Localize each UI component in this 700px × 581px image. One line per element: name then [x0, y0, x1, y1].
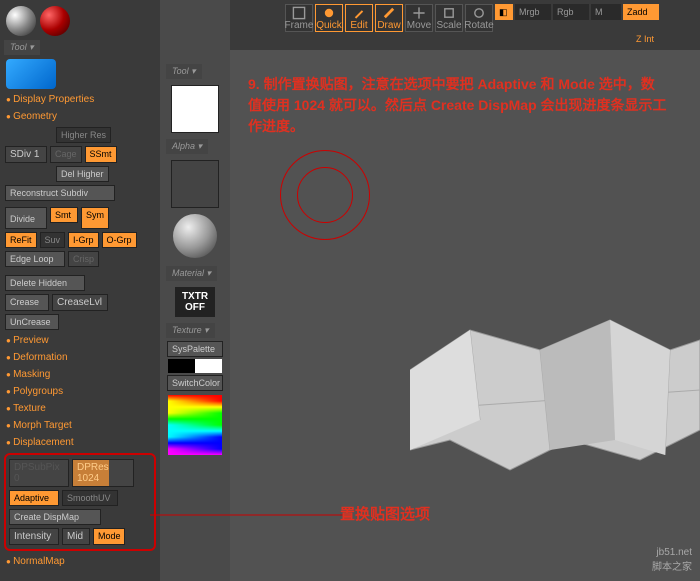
tool-thumb[interactable]: [171, 85, 219, 133]
mrgb-field[interactable]: Mrgb: [515, 4, 551, 20]
popup-tool-header[interactable]: Tool ▾: [166, 64, 202, 79]
higher-res-button[interactable]: Higher Res: [56, 127, 111, 143]
suv-button[interactable]: Suv: [40, 232, 66, 248]
material-sphere-red-icon[interactable]: [40, 6, 70, 36]
divide-button[interactable]: Divide: [5, 207, 47, 229]
creaselvl-slider[interactable]: CreaseLvl: [52, 294, 108, 311]
polygroups-section[interactable]: Polygroups: [4, 383, 156, 400]
tutorial-annotation: 9. 制作置换贴图，注意在选项中要把 Adaptive 和 Mode 选中，数值…: [248, 74, 668, 137]
refit-button[interactable]: ReFit: [5, 232, 37, 248]
alpha-thumb[interactable]: [171, 160, 219, 208]
rgb-field[interactable]: Rgb: [553, 4, 589, 20]
tool-panel: Tool ▾ Display Properties Geometry Highe…: [0, 0, 160, 581]
adaptive-button[interactable]: Adaptive: [9, 490, 59, 506]
syspalette-button[interactable]: SysPalette: [167, 341, 223, 357]
ogrp-button[interactable]: O-Grp: [102, 232, 137, 248]
rotate-button[interactable]: Rotate: [465, 4, 493, 32]
mrgb-swatch[interactable]: ◧: [495, 4, 513, 20]
color-picker[interactable]: [168, 395, 222, 455]
edit-button[interactable]: Edit: [345, 4, 373, 32]
dpres-slider[interactable]: DPRes 1024: [72, 459, 134, 487]
material-preview-icon[interactable]: [173, 214, 217, 258]
switchcolor-button[interactable]: SwitchColor: [167, 375, 223, 391]
tutorial-label: 置换贴图选项: [340, 504, 430, 527]
texture-off-button[interactable]: TXTR OFF: [175, 287, 215, 317]
zadd-field[interactable]: Zadd: [623, 4, 659, 20]
z-intensity-label: Z Int: [284, 34, 660, 44]
create-dispmap-button[interactable]: Create DispMap: [9, 509, 101, 525]
edge-loop-button[interactable]: Edge Loop: [5, 251, 65, 267]
normalmap-section[interactable]: NormalMap: [4, 553, 156, 570]
smoothuv-button[interactable]: SmoothUV: [62, 490, 118, 506]
annotation-circle-inner: [297, 167, 353, 223]
reconstruct-button[interactable]: Reconstruct Subdiv: [5, 185, 115, 201]
quick-palette: Tool ▾ Alpha ▾ Material ▾ TXTR OFF Textu…: [160, 0, 230, 581]
popup-alpha-header[interactable]: Alpha ▾: [166, 139, 208, 154]
crease-button[interactable]: Crease: [5, 294, 49, 311]
move-button[interactable]: Move: [405, 4, 433, 32]
geometry-section[interactable]: Geometry: [4, 108, 156, 125]
tool-header[interactable]: Tool ▾: [4, 40, 40, 55]
scale-button[interactable]: Scale: [435, 4, 463, 32]
quick-button[interactable]: Quick: [315, 4, 343, 32]
m-field[interactable]: M: [591, 4, 621, 20]
material-sphere-icon[interactable]: [6, 6, 36, 36]
crisp-button[interactable]: Crisp: [68, 251, 99, 267]
igrp-button[interactable]: I-Grp: [68, 232, 99, 248]
popup-material-header[interactable]: Material ▾: [166, 266, 217, 281]
frame-button[interactable]: Frame: [285, 4, 313, 32]
mid-slider[interactable]: Mid: [62, 528, 90, 545]
del-higher-button[interactable]: Del Higher: [56, 166, 109, 182]
sdiv-slider[interactable]: SDiv 1: [5, 146, 47, 163]
texture-section[interactable]: Texture: [4, 400, 156, 417]
uncrease-button[interactable]: UnCrease: [5, 314, 59, 330]
mesh-preview-icon: [410, 290, 700, 490]
mode-button[interactable]: Mode: [93, 528, 125, 545]
cage-button[interactable]: Cage: [50, 146, 82, 163]
displacement-highlight: DPSubPix 0 DPRes 1024 Adaptive SmoothUV …: [4, 453, 156, 551]
dpsubpix-slider[interactable]: DPSubPix 0: [9, 459, 69, 487]
preview-section[interactable]: Preview: [4, 332, 156, 349]
smt-button[interactable]: Smt: [50, 207, 78, 223]
sym-button[interactable]: Sym: [81, 207, 109, 229]
intensity-slider[interactable]: Intensity: [9, 528, 59, 545]
popup-texture-header[interactable]: Texture ▾: [166, 323, 215, 338]
annotation-leader-line: [150, 514, 350, 516]
draw-button[interactable]: Draw: [375, 4, 403, 32]
deformation-section[interactable]: Deformation: [4, 349, 156, 366]
displacement-section[interactable]: Displacement: [4, 434, 156, 451]
ssmt-button[interactable]: SSmt: [85, 146, 117, 163]
morph-target-section[interactable]: Morph Target: [4, 417, 156, 434]
watermark: jb51.net脚本之家: [652, 547, 692, 573]
display-properties-section[interactable]: Display Properties: [4, 91, 156, 108]
tool-thumbnail[interactable]: [6, 59, 56, 89]
top-toolbar: Projection Master Frame Quick Edit Draw …: [160, 0, 700, 50]
masking-section[interactable]: Masking: [4, 366, 156, 383]
color-swatch[interactable]: [168, 359, 222, 373]
delete-hidden-button[interactable]: Delete Hidden: [5, 275, 85, 291]
